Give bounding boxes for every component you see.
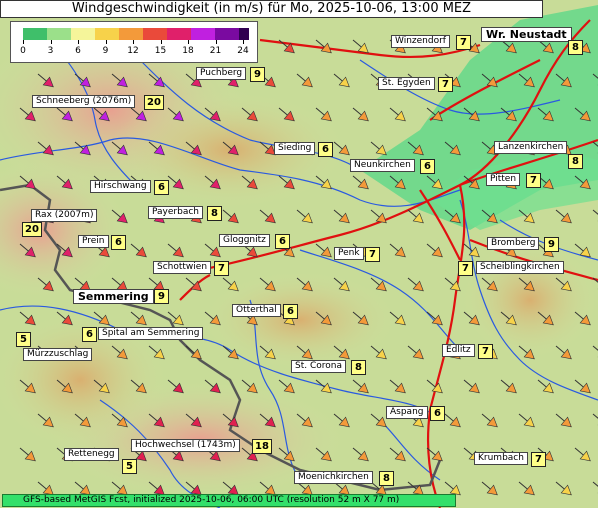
legend-tick-mark [23, 40, 24, 44]
legend-swatch [143, 28, 167, 40]
legend-tick-mark [215, 40, 217, 44]
wind-speed-badge-krumbach: 7 [531, 452, 546, 467]
wind-speed-badge-hirschwang: 6 [154, 180, 169, 195]
legend-tick-mark [105, 40, 107, 44]
place-label-rettenegg: Rettenegg [64, 448, 119, 461]
legend-tick-label: 15 [154, 46, 167, 56]
forecast-footer: GFS-based MetGIS Fcst, initialized 2025-… [2, 494, 456, 507]
place-label-scheiblingkirchen: Scheiblingkirchen [476, 261, 564, 274]
wind-speed-badge-moenichkirchen: 8 [379, 471, 394, 486]
wind-speed-badge-st-corona: 8 [351, 360, 366, 375]
place-label-otterthal: Otterthal [232, 304, 281, 317]
place-label-prein: Prein [78, 235, 109, 248]
place-label-winzendorf: Winzendorf [391, 35, 450, 48]
place-label-hochwechsel-1743m: Hochwechsel (1743m) [131, 439, 240, 452]
wind-speed-badge-neunkirchen: 6 [420, 159, 435, 174]
legend-swatch [23, 28, 47, 40]
legend-tick-label: 6 [75, 46, 81, 56]
wind-speed-badge-edlitz: 7 [478, 344, 493, 359]
place-label-bromberg: Bromberg [487, 237, 540, 250]
wind-speed-badge-semmering: 9 [154, 289, 169, 304]
place-label-penk: Penk [334, 247, 364, 260]
legend-tick-mark [50, 40, 52, 44]
terrain-mid-4 [460, 240, 598, 360]
place-label-krumbach: Krumbach [474, 452, 528, 465]
wind-speed-badge-pitten: 7 [526, 173, 541, 188]
legend-tick-mark [243, 40, 244, 44]
legend-swatch [239, 28, 249, 40]
place-label-st-corona: St. Corona [291, 360, 346, 373]
place-label-rax-2007m: Rax (2007m) [31, 209, 98, 222]
legend-swatch [215, 28, 239, 40]
wind-speed-badge-schneeberg-2076m: 20 [144, 95, 164, 110]
place-label-hirschwang: Hirschwang [90, 180, 151, 193]
legend-tick-mark [133, 40, 134, 44]
legend-swatch [191, 28, 215, 40]
legend-tick-mark [188, 40, 189, 44]
wind-speed-badge-m-rzzuschlag: 5 [16, 332, 31, 347]
legend-tick-label: 24 [237, 46, 249, 56]
place-label-semmering: Semmering [73, 289, 154, 304]
wind-speed-badge-scheiblingkirchen: 7 [458, 261, 473, 276]
place-label-payerbach: Payerbach [148, 206, 203, 219]
wind-speed-badge-rax-2007m: 20 [22, 222, 42, 237]
place-label-puchberg: Puchberg [196, 67, 247, 80]
place-label-m-rzzuschlag: Mürzzuschlag [23, 348, 93, 361]
wind-speed-badge-penk: 7 [365, 247, 380, 262]
legend-tick-mark [78, 40, 79, 44]
wind-speed-badge-prein: 6 [111, 235, 126, 250]
place-label-gloggnitz: Gloggnitz [219, 234, 270, 247]
wind-speed-legend: 0 3 6 9 12 15 18 21 24 [10, 21, 258, 63]
place-label-neunkirchen: Neunkirchen [350, 159, 415, 172]
legend-tick-label: 21 [209, 46, 222, 56]
wind-speed-badge-wr-neustadt: 8 [568, 40, 583, 55]
wind-speed-badge-lanzenkirchen: 8 [568, 154, 583, 169]
place-label-sieding: Sieding [274, 142, 316, 155]
place-label-pitten: Pitten [486, 173, 521, 186]
legend-tick-mark [160, 40, 162, 44]
wind-speed-badge-bromberg: 9 [544, 237, 559, 252]
map-title: Windgeschwindigkeit (in m/s) für Mo, 202… [0, 0, 543, 18]
legend-swatch [95, 28, 119, 40]
wind-speed-badge-sieding: 6 [318, 142, 333, 157]
wind-speed-badge-rettenegg: 5 [122, 459, 137, 474]
wind-speed-badge-hochwechsel-1743m: 18 [252, 439, 272, 454]
legend-swatch [167, 28, 191, 40]
place-label-st-egyden: St. Egyden [378, 77, 435, 90]
legend-swatch [71, 28, 95, 40]
legend-swatch [119, 28, 143, 40]
place-label-moenichkirchen: Moenichkirchen [294, 471, 373, 484]
wind-speed-badge-gloggnitz: 6 [275, 234, 290, 249]
legend-swatch [47, 28, 71, 40]
place-label-schneeberg-2076m: Schneeberg (2076m) [32, 95, 136, 108]
wind-speed-badge-aspang: 6 [430, 406, 445, 421]
wind-speed-badge-spital-am-semmering: 6 [82, 327, 97, 342]
legend-tick-label: 18 [182, 46, 194, 56]
place-label-schottwien: Schottwien [153, 261, 212, 274]
terrain-map [0, 0, 598, 508]
legend-tick-label: 12 [127, 46, 139, 56]
legend-tick-label: 9 [102, 46, 109, 56]
wind-speed-badge-payerbach: 8 [207, 206, 222, 221]
wind-speed-badge-st-egyden: 7 [438, 77, 453, 92]
wind-speed-badge-schottwien: 7 [214, 261, 229, 276]
place-label-aspang: Aspang [386, 406, 428, 419]
place-label-spital-am-semmering: Spital am Semmering [98, 327, 204, 340]
wind-speed-badge-otterthal: 6 [283, 304, 298, 319]
legend-color-bar [23, 28, 249, 40]
wind-speed-badge-winzendorf: 7 [456, 35, 471, 50]
place-label-wr-neustadt: Wr. Neustadt [481, 27, 572, 42]
legend-tick-label: 0 [20, 46, 26, 56]
legend-tick-label: 3 [47, 46, 54, 56]
place-label-lanzenkirchen: Lanzenkirchen [494, 141, 568, 154]
wind-speed-badge-puchberg: 9 [250, 67, 265, 82]
place-label-edlitz: Edlitz [442, 344, 475, 357]
